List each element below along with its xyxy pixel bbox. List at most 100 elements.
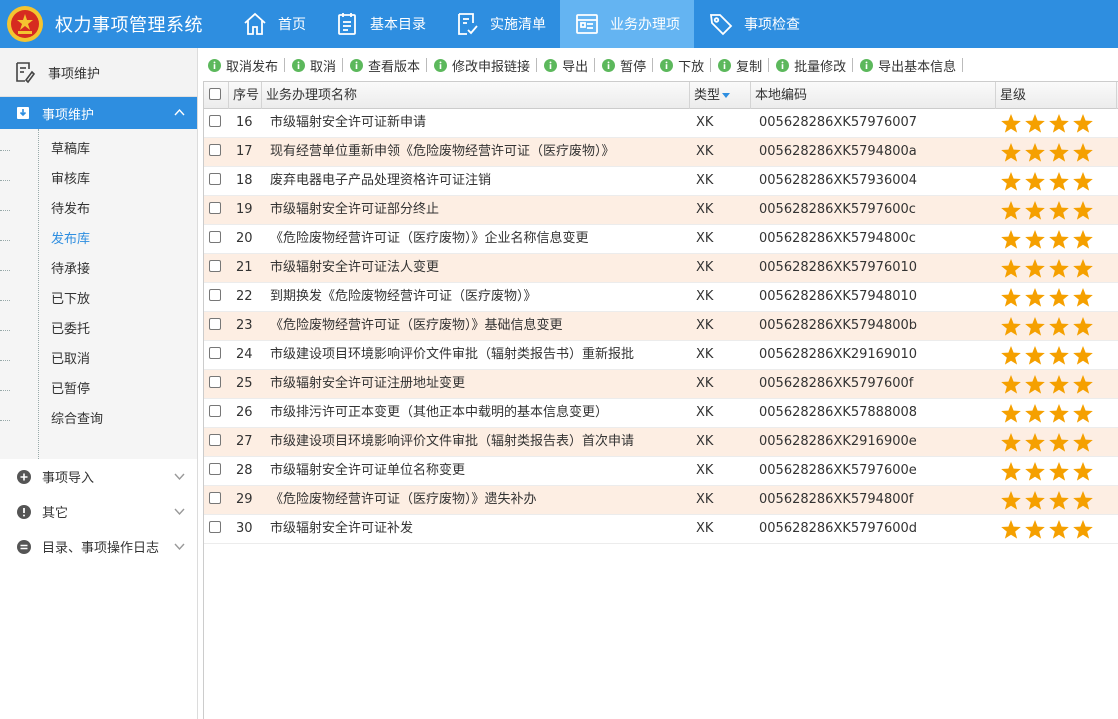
cell-no: 19: [236, 202, 253, 217]
cell-type: XK: [696, 318, 714, 333]
row-checkbox[interactable]: [209, 491, 221, 504]
toolbar-button[interactable]: 下放: [660, 57, 710, 75]
table-row[interactable]: 19 市级辐射安全许可证部分终止 XK 005628286XK5797600c: [204, 196, 1118, 225]
star-icon: [1001, 432, 1021, 452]
table-row[interactable]: 18 废弃电器电子产品处理资格许可证注销 XK 005628286XK57936004: [204, 167, 1118, 196]
star-icon: [1049, 374, 1069, 394]
cell-type: XK: [696, 289, 714, 304]
row-checkbox[interactable]: [209, 230, 221, 243]
cell-name: 市级辐射安全许可证法人变更: [270, 260, 440, 275]
sidebar-header-label: 事项维护: [48, 66, 101, 82]
table-row[interactable]: 21 市级辐射安全许可证法人变更 XK 005628286XK57976010: [204, 254, 1118, 283]
table-row[interactable]: 22 到期换发《危险废物经营许可证（医疗废物）》 XK 005628286XK5794…: [204, 283, 1118, 312]
table-row[interactable]: 24 市级建设项目环境影响评价文件审批（辐射类报告书）重新报批 XK 00562828…: [204, 341, 1118, 370]
sidebar-section-log[interactable]: 目录、事项操作日志: [0, 529, 197, 564]
table-row[interactable]: 25 市级辐射安全许可证注册地址变更 XK 005628286XK5797600f: [204, 370, 1118, 399]
row-checkbox[interactable]: [209, 520, 221, 533]
toolbar-button[interactable]: 查看版本: [350, 57, 426, 75]
nav-checklist[interactable]: 实施清单: [440, 0, 560, 48]
toolbar-button[interactable]: 取消: [292, 57, 342, 75]
table-row[interactable]: 23 《危险废物经营许可证（医疗废物）》基础信息变更 XK 005628286XK57…: [204, 312, 1118, 341]
sidebar-subitem[interactable]: 发布库: [0, 225, 197, 255]
select-all-checkbox[interactable]: [209, 88, 221, 100]
main-nav: 首页 基本目录 实施清单 业务办理项 事项检查: [228, 0, 814, 48]
cell-no: 25: [236, 376, 253, 391]
nav-inspection[interactable]: 事项检查: [694, 0, 814, 48]
column-header-code[interactable]: 本地编码: [751, 82, 996, 109]
row-checkbox[interactable]: [209, 404, 221, 417]
table-row[interactable]: 20 《危险废物经营许可证（医疗废物）》企业名称信息变更 XK 005628286XK…: [204, 225, 1118, 254]
app-title: 权力事项管理系统: [55, 15, 203, 36]
toolbar-button[interactable]: 导出: [544, 57, 594, 75]
toolbar-button[interactable]: 暂停: [602, 57, 652, 75]
sidebar-subitem-label: 发布库: [51, 232, 91, 247]
star-icon: [1025, 171, 1045, 191]
star-icon: [1025, 345, 1045, 365]
row-checkbox[interactable]: [209, 375, 221, 388]
sidebar-subitem[interactable]: 已下放: [0, 285, 197, 315]
column-header-type[interactable]: 类型: [690, 82, 751, 109]
toolbar-button[interactable]: 复制: [718, 57, 768, 75]
submenu-list: 草稿库 审核库 待发布发布库待承接 已下放 已委托 已取消 已暂停 综合查询: [0, 135, 197, 435]
table-row[interactable]: 30 市级辐射安全许可证补发 XK 005628286XK5797600d: [204, 515, 1118, 544]
star-icon: [1049, 345, 1069, 365]
info-circle-icon: [718, 58, 732, 72]
sidebar-subitem[interactable]: 待承接: [0, 255, 197, 285]
table-row[interactable]: 27 市级建设项目环境影响评价文件审批（辐射类报告表）首次申请 XK 00562828…: [204, 428, 1118, 457]
row-checkbox[interactable]: [209, 462, 221, 475]
row-checkbox[interactable]: [209, 143, 221, 156]
table-row[interactable]: 29 《危险废物经营许可证（医疗废物）》遗失补办 XK 005628286XK5794…: [204, 486, 1118, 515]
sidebar-subitem[interactable]: 已暂停: [0, 375, 197, 405]
star-icon: [1001, 403, 1021, 423]
row-checkbox[interactable]: [209, 259, 221, 272]
sidebar-subitem[interactable]: 已取消: [0, 345, 197, 375]
cell-name: 《危险废物经营许可证（医疗废物）》遗失补办: [270, 492, 537, 507]
star-icon: [1049, 229, 1069, 249]
chevron-down-icon: [174, 508, 185, 516]
nav-catalog[interactable]: 基本目录: [320, 0, 440, 48]
star-icon: [1001, 229, 1021, 249]
row-checkbox[interactable]: [209, 201, 221, 214]
sidebar: 事项维护 事项维护 草稿库 审核库 待发布发布库待承接 已下放 已委托 已取消 已暂停 综合查…: [0, 48, 198, 719]
row-checkbox[interactable]: [209, 433, 221, 446]
row-checkbox[interactable]: [209, 346, 221, 359]
toolbar-button[interactable]: 导出基本信息: [860, 57, 962, 75]
toolbar-separator: [594, 58, 596, 72]
star-icon: [1025, 403, 1045, 423]
toolbar-button[interactable]: 修改申报链接: [434, 57, 536, 75]
nav-catalog-label: 基本目录: [370, 17, 426, 33]
row-checkbox[interactable]: [209, 172, 221, 185]
toolbar-button-label: 暂停: [620, 59, 647, 75]
column-header-name[interactable]: 业务办理项名称: [262, 82, 690, 109]
sidebar-subitem[interactable]: 审核库: [0, 165, 197, 195]
table-row[interactable]: 26 市级排污许可正本变更（其他正本中载明的基本信息变更） XK 005628286X…: [204, 399, 1118, 428]
cell-code: 005628286XK57948010: [759, 289, 918, 304]
sidebar-section-maintenance[interactable]: 事项维护: [0, 97, 197, 129]
row-checkbox[interactable]: [209, 288, 221, 301]
nav-business[interactable]: 业务办理项: [560, 0, 694, 48]
table-row[interactable]: 16 市级辐射安全许可证新申请 XK 005628286XK57976007: [204, 109, 1118, 138]
row-checkbox[interactable]: [209, 114, 221, 127]
star-icon: [1049, 171, 1069, 191]
star-icon: [1025, 316, 1045, 336]
sidebar-section-import-label: 事项导入: [42, 471, 95, 486]
cell-type: XK: [696, 347, 714, 362]
table-row[interactable]: 28 市级辐射安全许可证单位名称变更 XK 005628286XK5797600e: [204, 457, 1118, 486]
sidebar-subitem[interactable]: 草稿库: [0, 135, 197, 165]
nav-home[interactable]: 首页: [228, 0, 320, 48]
sidebar-section-other[interactable]: 其它: [0, 494, 197, 529]
download-box-icon: [17, 107, 29, 119]
column-header-type-label: 类型: [694, 88, 721, 103]
sidebar-section-import[interactable]: 事项导入: [0, 459, 197, 494]
table-row[interactable]: 17 现有经营单位重新申领《危险废物经营许可证（医疗废物）》 XK 005628286…: [204, 138, 1118, 167]
star-icon: [1001, 461, 1021, 481]
sort-down-icon[interactable]: [722, 93, 731, 98]
sidebar-header[interactable]: 事项维护: [0, 48, 197, 97]
sidebar-subitem[interactable]: 已委托: [0, 315, 197, 345]
row-checkbox[interactable]: [209, 317, 221, 330]
toolbar-button[interactable]: 取消发布: [208, 57, 284, 75]
toolbar-button[interactable]: 批量修改: [776, 57, 852, 75]
sidebar-subitem[interactable]: 待发布: [0, 195, 197, 225]
column-header-stars[interactable]: 星级: [996, 82, 1117, 109]
sidebar-subitem[interactable]: 综合查询: [0, 405, 197, 435]
